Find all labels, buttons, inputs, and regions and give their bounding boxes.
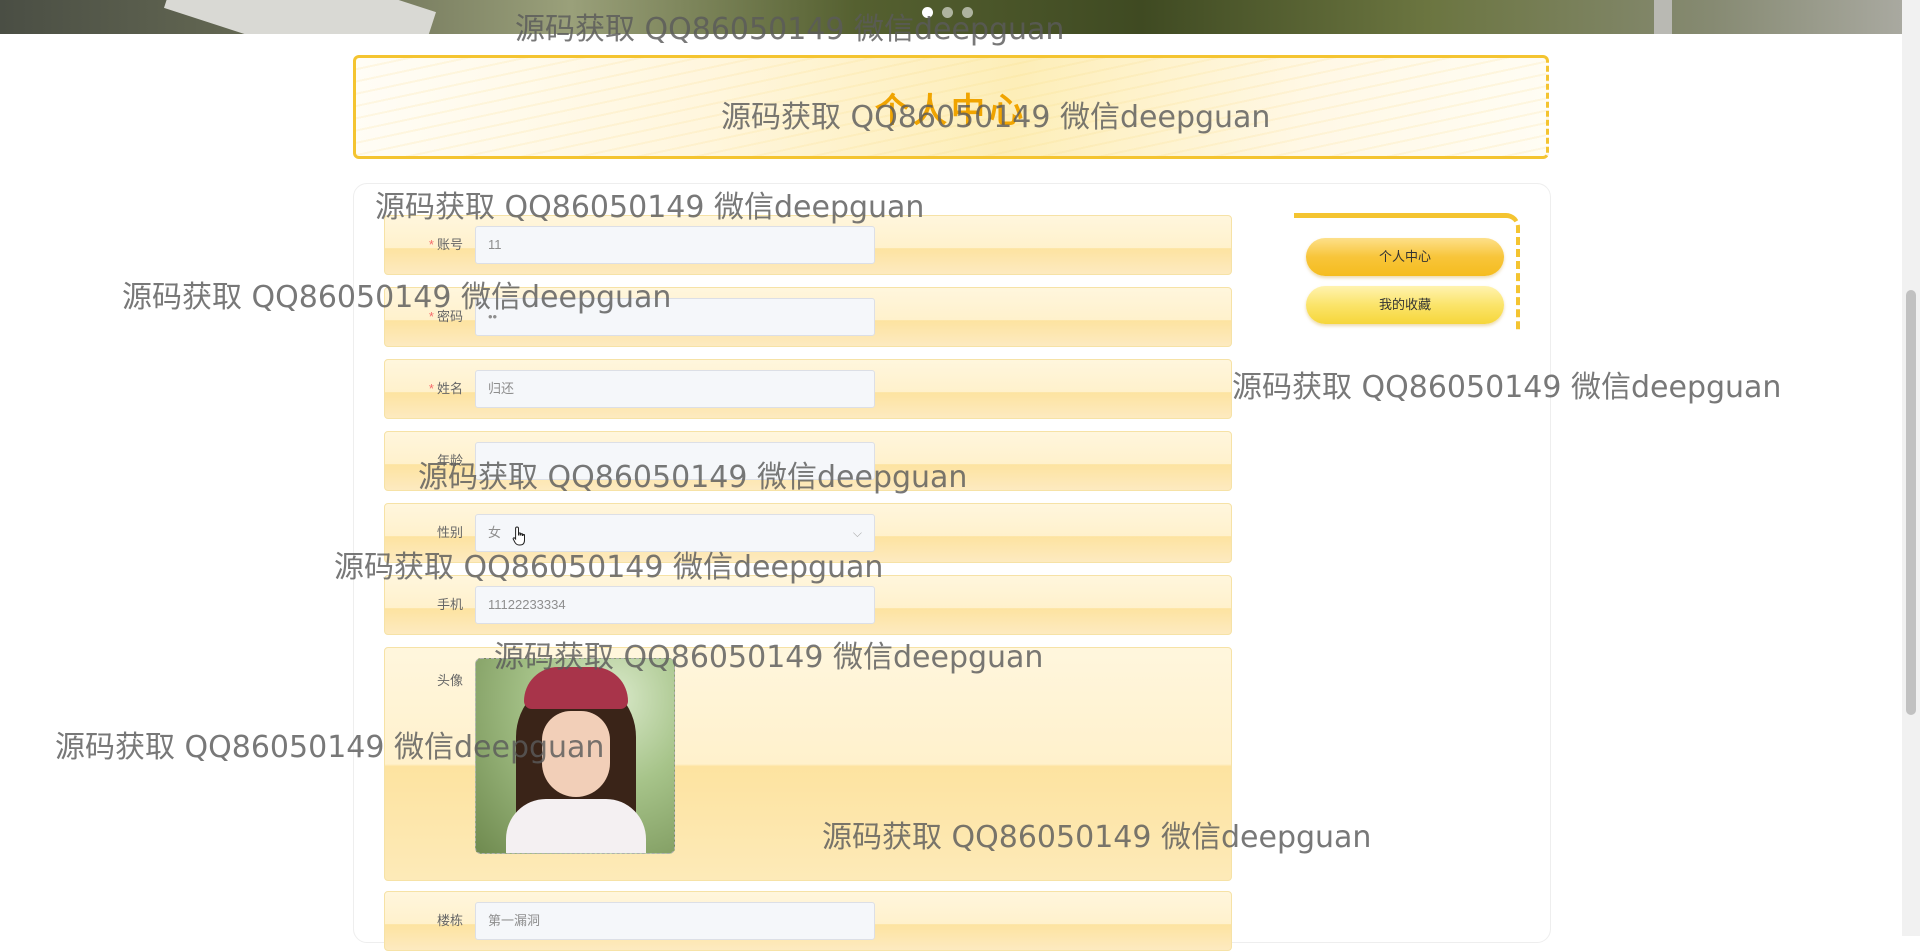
required-star: *	[428, 309, 434, 324]
age-input[interactable]	[475, 442, 875, 480]
gender-select-value: 女	[488, 525, 502, 540]
carousel-dot-1[interactable]	[922, 7, 933, 18]
scrollbar-thumb[interactable]	[1906, 290, 1916, 715]
form-row-account: * 账号 11	[384, 215, 1232, 275]
required-star: *	[428, 381, 434, 396]
password-label: * 密码	[429, 288, 463, 346]
gender-label: 性别	[436, 525, 463, 540]
user-sidebar: 个人中心 我的收藏	[1294, 213, 1520, 331]
personal-center-button[interactable]: 个人中心	[1306, 238, 1504, 276]
carousel-dot-2[interactable]	[942, 7, 953, 18]
chevron-down-icon: ⌵	[852, 526, 862, 540]
phone-label: 手机	[436, 597, 463, 612]
carousel-indicators	[922, 7, 973, 18]
form-row-avatar: 头像	[384, 647, 1232, 881]
page-scrollbar[interactable]	[1902, 0, 1920, 936]
account-input[interactable]: 11	[475, 226, 875, 264]
form-row-name: * 姓名 归还	[384, 359, 1232, 419]
avatar-upload[interactable]	[475, 658, 675, 854]
name-label-text: 姓名	[436, 381, 463, 396]
age-label: 年龄	[436, 453, 463, 468]
password-input[interactable]: ••	[475, 298, 875, 336]
avatar-face-shape	[542, 711, 610, 797]
password-label-text: 密码	[436, 309, 463, 324]
building-input[interactable]: 第一漏洞	[475, 902, 875, 940]
top-banner-carousel	[0, 0, 1902, 34]
gender-select[interactable]: 女 ⌵	[475, 514, 875, 552]
name-input[interactable]: 归还	[475, 370, 875, 408]
page-title-box: 个人中心	[353, 55, 1549, 159]
name-label: * 姓名	[429, 360, 463, 418]
carousel-dot-3[interactable]	[962, 7, 973, 18]
my-favorites-button[interactable]: 我的收藏	[1306, 286, 1504, 324]
building-label: 楼栋	[436, 913, 463, 928]
avatar-hat-shape	[524, 667, 628, 709]
phone-input[interactable]: 11122233334	[475, 586, 875, 624]
form-row-password: * 密码 ••	[384, 287, 1232, 347]
account-label: * 账号	[429, 216, 463, 274]
page-title: 个人中心	[875, 91, 1027, 130]
form-row-age: 年龄	[384, 431, 1232, 491]
required-star: *	[428, 237, 434, 252]
avatar-label: 头像	[436, 673, 463, 688]
avatar-shoulders-shape	[506, 799, 646, 853]
hand-cursor-icon	[512, 526, 525, 546]
account-label-text: 账号	[436, 237, 463, 252]
banner-pole-shape	[1654, 0, 1672, 34]
form-row-phone: 手机 11122233334	[384, 575, 1232, 635]
form-row-building: 楼栋 第一漏洞	[384, 891, 1232, 951]
banner-road-shape	[164, 0, 436, 34]
